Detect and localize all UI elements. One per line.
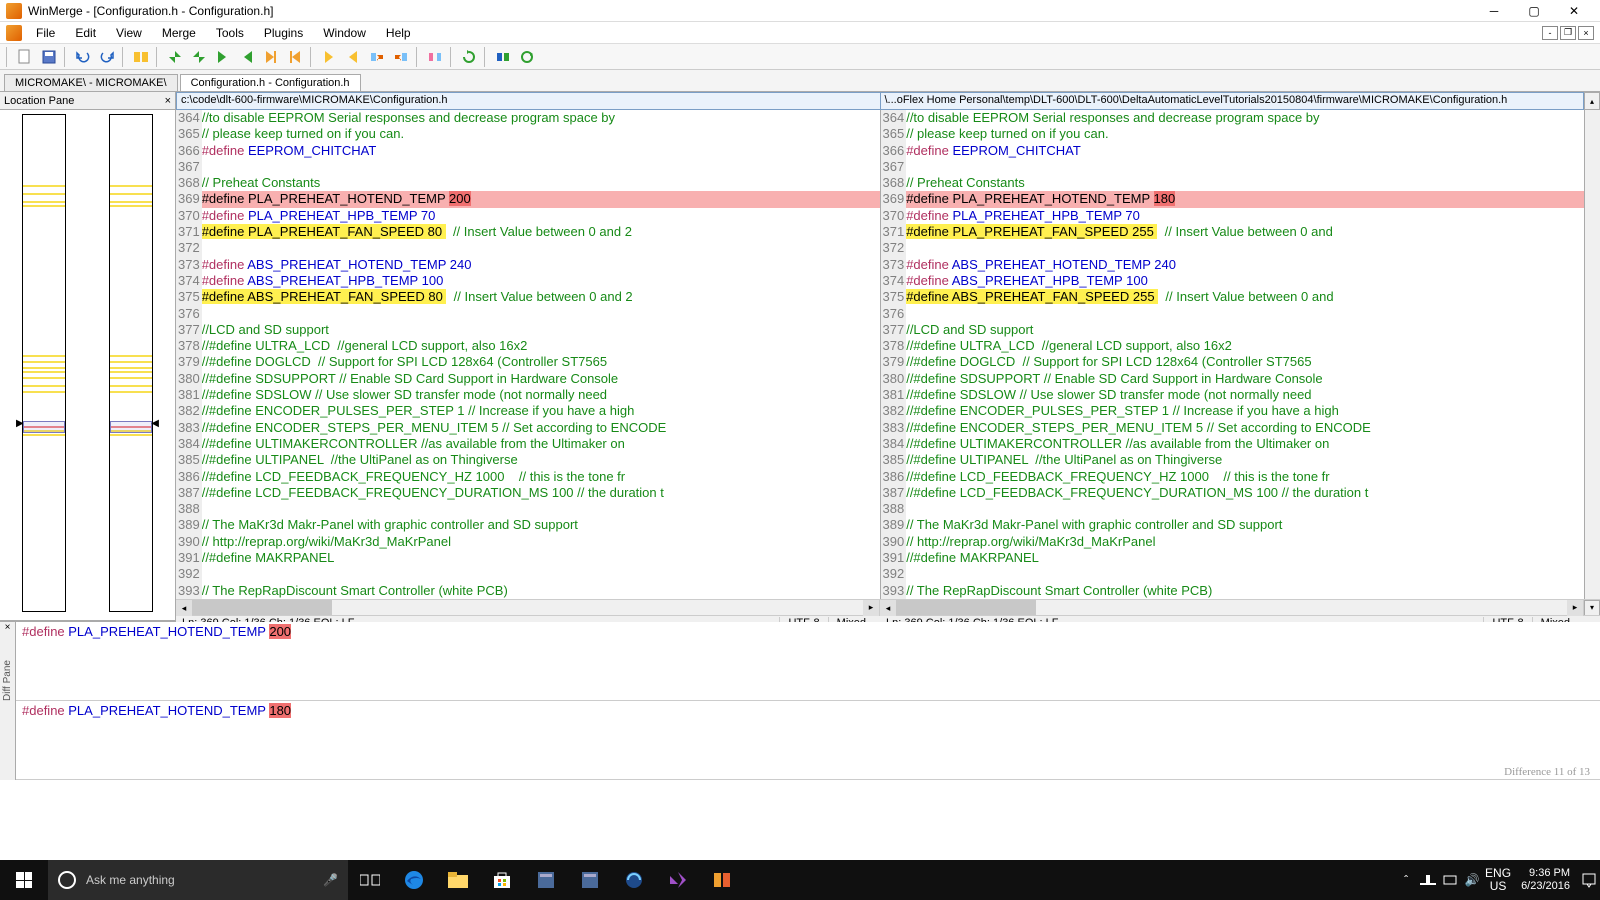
tab-folders[interactable]: MICROMAKE\ - MICROMAKE\ [4, 74, 178, 91]
tb-nextdiff-icon[interactable] [164, 46, 186, 68]
tb-redo-icon[interactable] [96, 46, 118, 68]
diff-bottom[interactable]: #define PLA_PREHEAT_HOTEND_TEMP 180 Diff… [16, 701, 1600, 780]
app-icon [6, 3, 22, 19]
horizontal-scrollbars: ◂▸ ◂▸ ▾ [176, 599, 1600, 615]
app3-icon[interactable] [612, 860, 656, 900]
start-button[interactable] [0, 860, 48, 900]
tb-prevdiff-icon[interactable] [188, 46, 210, 68]
diff-pane: × Diff Pane #define PLA_PREHEAT_HOTEND_T… [0, 620, 1600, 780]
location-pane-close[interactable]: × [165, 95, 171, 107]
cortana-search[interactable]: Ask me anything 🎤 [48, 860, 348, 900]
doc-icon [6, 25, 22, 41]
menu-window[interactable]: Window [313, 24, 376, 42]
main-area: Location Pane × ▶ [0, 92, 1600, 620]
tray-input-icon[interactable] [1439, 860, 1461, 900]
system-tray: ˆ 🔊 ENGUS 9:36 PM6/23/2016 [1395, 860, 1600, 900]
tray-notifications-icon[interactable] [1578, 860, 1600, 900]
edge-icon[interactable] [392, 860, 436, 900]
tb-reload-icon[interactable] [516, 46, 538, 68]
right-hscroll[interactable]: ◂▸ [880, 600, 1584, 615]
tab-files[interactable]: Configuration.h - Configuration.h [180, 74, 361, 91]
tb-next-icon[interactable] [212, 46, 234, 68]
tb-mergeall-icon[interactable] [492, 46, 514, 68]
tb-allr-icon[interactable] [424, 46, 446, 68]
location-thumb-right[interactable] [109, 114, 153, 612]
tb-save-icon[interactable] [38, 46, 60, 68]
taskbar: Ask me anything 🎤 ˆ 🔊 ENGUS 9:36 PM6/23/… [0, 860, 1600, 900]
explorer-icon[interactable] [436, 860, 480, 900]
right-code-pane[interactable]: 3643653663673683693703713723733743753763… [880, 110, 1585, 599]
mic-icon[interactable]: 🎤 [323, 873, 338, 887]
tb-undo-icon[interactable] [72, 46, 94, 68]
tabbar: MICROMAKE\ - MICROMAKE\ Configuration.h … [0, 70, 1600, 92]
menu-merge[interactable]: Merge [152, 24, 206, 42]
tray-network-icon[interactable] [1417, 860, 1439, 900]
winmerge-taskbar-icon[interactable] [700, 860, 744, 900]
tb-prevconf-icon[interactable] [284, 46, 306, 68]
compare-panes: c:\code\dlt-600-firmware\MICROMAKE\Confi… [176, 92, 1600, 620]
tb-new-icon[interactable] [14, 46, 36, 68]
tb-refresh-icon[interactable] [458, 46, 480, 68]
menu-tools[interactable]: Tools [206, 24, 254, 42]
taskview-icon[interactable] [348, 860, 392, 900]
menu-file[interactable]: File [26, 24, 65, 42]
menu-help[interactable]: Help [376, 24, 421, 42]
location-thumb-left[interactable] [22, 114, 66, 612]
left-hscroll[interactable]: ◂▸ [176, 600, 880, 615]
loc-arrow-right-icon: ◀ [151, 418, 159, 429]
tb-prev-icon[interactable] [236, 46, 258, 68]
vs-icon[interactable] [656, 860, 700, 900]
diff-pane-label: Diff Pane [2, 660, 13, 701]
left-code-pane[interactable]: 3643653663673683693703713723733743753763… [176, 110, 880, 599]
location-pane-header: Location Pane × [0, 92, 175, 110]
store-icon[interactable] [480, 860, 524, 900]
vscroll-top-button[interactable]: ▴ [1584, 92, 1600, 110]
menu-plugins[interactable]: Plugins [254, 24, 313, 42]
toolbar [0, 44, 1600, 70]
minimize-button[interactable]: ─ [1474, 0, 1514, 22]
mdi-close[interactable]: × [1578, 26, 1594, 40]
cortana-icon [58, 871, 76, 889]
tb-copyr-icon[interactable] [366, 46, 388, 68]
tray-volume-icon[interactable]: 🔊 [1461, 860, 1483, 900]
location-pane-title: Location Pane [4, 95, 74, 107]
location-pane: Location Pane × ▶ [0, 92, 176, 620]
search-placeholder: Ask me anything [86, 873, 175, 887]
diff-counter: Difference 11 of 13 [1504, 766, 1590, 778]
menu-view[interactable]: View [106, 24, 152, 42]
vertical-scrollbar[interactable] [1584, 110, 1600, 599]
tb-goto-icon[interactable] [318, 46, 340, 68]
tb-diff-icon[interactable] [130, 46, 152, 68]
left-file-path[interactable]: c:\code\dlt-600-firmware\MICROMAKE\Confi… [176, 92, 881, 110]
mdi-minimize[interactable]: - [1542, 26, 1558, 40]
tb-nextconf-icon[interactable] [260, 46, 282, 68]
menu-edit[interactable]: Edit [65, 24, 106, 42]
tray-lang[interactable]: ENGUS [1483, 860, 1513, 900]
window-title: WinMerge - [Configuration.h - Configurat… [28, 4, 1474, 18]
right-file-path[interactable]: \...oFlex Home Personal\temp\DLT-600\DLT… [881, 92, 1585, 110]
tray-clock[interactable]: 9:36 PM6/23/2016 [1513, 867, 1578, 893]
app1-icon[interactable] [524, 860, 568, 900]
tb-gotoprev-icon[interactable] [342, 46, 364, 68]
mdi-restore[interactable]: ❐ [1560, 26, 1576, 40]
tray-chevron-icon[interactable]: ˆ [1395, 860, 1417, 900]
close-button[interactable]: ✕ [1554, 0, 1594, 22]
app2-icon[interactable] [568, 860, 612, 900]
tb-copyl-icon[interactable] [390, 46, 412, 68]
titlebar: WinMerge - [Configuration.h - Configurat… [0, 0, 1600, 22]
diff-pane-close[interactable]: × [0, 622, 16, 780]
vscroll-bottom-button[interactable]: ▾ [1584, 600, 1600, 616]
maximize-button[interactable]: ▢ [1514, 0, 1554, 22]
diff-top[interactable]: #define PLA_PREHEAT_HOTEND_TEMP 200 [16, 622, 1600, 701]
menubar: File Edit View Merge Tools Plugins Windo… [0, 22, 1600, 44]
